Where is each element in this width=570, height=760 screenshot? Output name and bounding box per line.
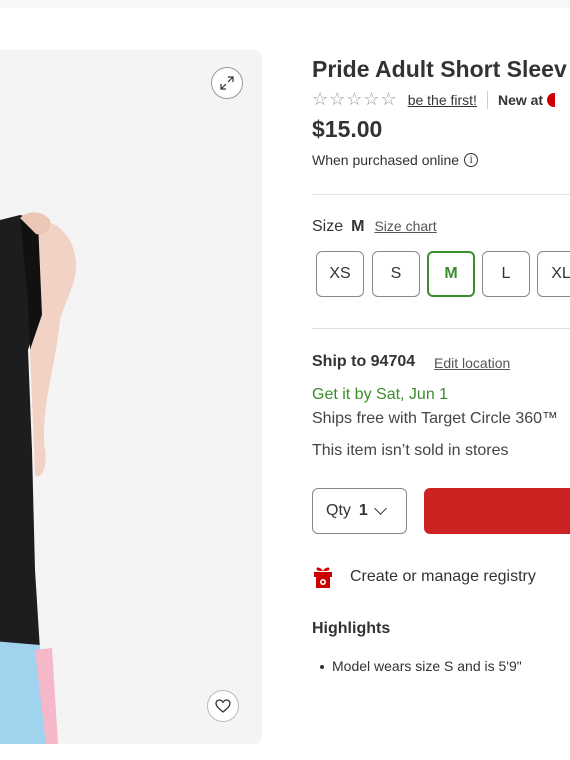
divider [312, 194, 570, 195]
target-logo-icon [547, 92, 556, 107]
rating-row: ☆☆☆☆☆ be the first! New at [312, 89, 556, 110]
purchase-note-text: When purchased online [312, 152, 460, 168]
ship-to-zip: Ship to 94704 [312, 353, 416, 370]
delivery-date: Get it by Sat, Jun 1 [312, 386, 449, 403]
size-label-row: Size M Size chart [312, 218, 437, 236]
size-chart-link[interactable]: Size chart [374, 218, 436, 234]
expand-image-button[interactable] [211, 67, 243, 99]
info-icon[interactable]: i [464, 153, 479, 167]
first-review-link[interactable]: be the first! [408, 92, 477, 108]
registry-link[interactable]: Create or manage registry [312, 565, 536, 589]
highlights-heading: Highlights [312, 620, 391, 637]
purchase-note: When purchased online i [312, 152, 479, 168]
product-photo [0, 212, 77, 744]
gift-icon [314, 567, 332, 588]
registry-label: Create or manage registry [350, 568, 536, 585]
qty-value: 1 [358, 502, 368, 519]
heart-icon [215, 699, 231, 713]
new-at-label: New at [497, 91, 544, 108]
qty-label: Qty [326, 502, 351, 519]
star-outline-icon: ☆☆☆☆☆ [312, 89, 398, 109]
size-label: Size [312, 218, 344, 235]
expand-icon [220, 76, 234, 90]
divider [312, 328, 570, 329]
size-option-xl[interactable]: XL [537, 251, 570, 297]
top-strip [0, 0, 570, 8]
product-title: Pride Adult Short Sleev [312, 56, 567, 82]
size-option-xs[interactable]: XS [316, 251, 364, 297]
size-option-l[interactable]: L [482, 251, 530, 297]
size-option-m[interactable]: M [427, 251, 475, 297]
selected-size: M [351, 218, 365, 235]
store-availability: This item isn’t sold in stores [312, 442, 509, 459]
favorite-button[interactable] [207, 690, 239, 722]
edit-location-link[interactable]: Edit location [434, 355, 510, 371]
product-price: $15.00 [312, 116, 383, 142]
chevron-down-icon [373, 502, 387, 515]
add-to-cart-button[interactable] [424, 488, 570, 534]
size-option-s[interactable]: S [372, 251, 420, 297]
ships-free-note: Ships free with Target Circle 360™ [312, 410, 559, 427]
rating-divider [486, 90, 488, 109]
bullet [320, 665, 324, 670]
quantity-select[interactable]: Qty 1 [312, 488, 407, 534]
highlight-item: Model wears size S and is 5'9" [320, 658, 522, 674]
highlight-text: Model wears size S and is 5'9" [332, 658, 522, 674]
product-image[interactable] [0, 50, 262, 744]
